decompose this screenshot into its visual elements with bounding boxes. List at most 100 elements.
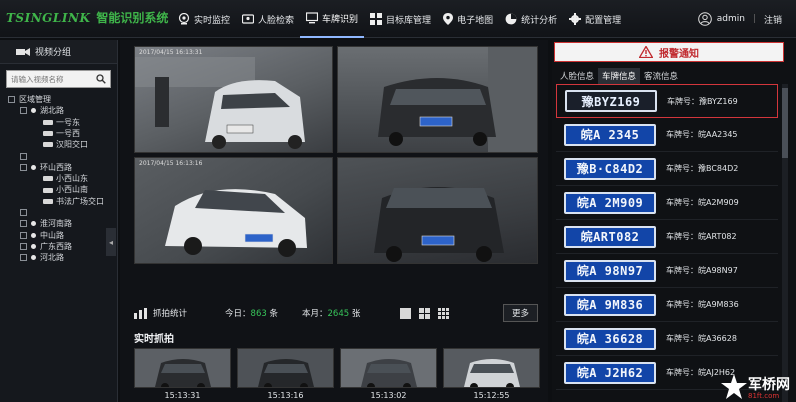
user-avatar-icon[interactable] [697,12,712,26]
quad-view-icon[interactable] [419,307,431,319]
stats-label: 抓拍统计 [153,309,188,319]
capture-time: 15:13:02 [370,391,407,400]
nav-item-2[interactable]: 人脸检索 [236,0,300,38]
video-grid: 2017/04/15 16:13:31 2017/04/15 16:13:16 [134,46,538,298]
tree-item-label: 河北路 [40,253,64,263]
plate-number-label: 车牌号：皖A2M909 [666,198,739,207]
scrollbar-thumb[interactable] [782,88,788,158]
tree-checkbox[interactable] [20,107,27,115]
nine-view-icon[interactable] [438,307,450,319]
video-group-panel: 视频分组 区域管理湖北路一号东一号西汉阳交口环山西路小西山东小西山南书法广场交口… [0,40,118,402]
tree-item-label: 广东西路 [40,241,72,251]
nav-item-1[interactable]: 实时监控 [172,0,236,38]
tree-checkbox[interactable] [20,231,27,239]
plate-alarm-row[interactable]: 皖A 36628 车牌号：皖A36628 [556,322,778,356]
collapse-panel-tab[interactable]: ◂ [106,228,116,256]
tree-item[interactable]: 一号东 [8,117,117,128]
capture-image [237,348,334,388]
logo-text: TSINGLINK [6,10,91,25]
tree-item[interactable]: 区域管理 [8,94,117,105]
app-logo[interactable]: TSINGLINK 智能识别系统 [6,9,168,26]
plate-alarm-row[interactable]: 皖ART082 车牌号：皖ART082 [556,220,778,254]
video-tile-2[interactable] [337,46,538,153]
nav-item-5[interactable]: 电子地图 [437,0,499,38]
capture-time: 15:13:31 [164,391,201,400]
tree-item[interactable]: 河北路 [8,252,117,263]
alarm-panel: 报警通知 人脸信息 车牌信息 客流信息 豫BYZ169 车牌号：豫BYZ169 皖A 2… [552,40,796,402]
tree-item-label: 一号东 [56,117,80,127]
app-title: 智能识别系统 [96,11,169,25]
camera-icon [43,198,53,204]
nav-item-4[interactable]: 目标库管理 [364,0,437,38]
user-name[interactable]: admin [717,14,745,24]
tree-item[interactable] [8,150,117,161]
alarm-header: 报警通知 [554,42,784,62]
tree-item[interactable]: 中山路 [8,230,117,241]
today-value: 863 [250,309,267,319]
tree-item[interactable]: 书法广场交口 [8,196,117,207]
tree-checkbox[interactable] [20,254,27,262]
tree-item[interactable]: 环山西路 [8,162,117,173]
nav-item-label: 电子地图 [457,15,494,26]
warning-icon [639,46,653,58]
logout-link[interactable]: 注销 [764,13,782,26]
plate-alarm-row[interactable]: 豫B·C84D2 车牌号：豫BC84D2 [556,152,778,186]
nav-item-label: 人脸检索 [258,15,295,26]
alarm-tab-3[interactable]: 客流信息 [640,68,682,84]
more-button[interactable]: 更多 [502,304,538,322]
plate-alarm-row[interactable]: 皖A 9M836 车牌号：皖A9M836 [556,288,778,322]
alarm-tab-2[interactable]: 车牌信息 [598,68,641,84]
alarm-list-scrollbar[interactable] [782,84,788,402]
tree-item[interactable]: 广东西路 [8,241,117,252]
camera-icon [43,187,53,193]
tree-item[interactable]: 汉阳交口 [8,139,117,150]
tree-item[interactable]: 一号西 [8,128,117,139]
car-white-suv-image [135,57,305,149]
camera-icon [16,47,30,56]
live-capture-item[interactable]: 15:13:16 [237,348,334,402]
video-tile-4[interactable] [337,157,538,264]
plate-alarm-row[interactable]: 豫BYZ169 车牌号：豫BYZ169 [556,84,778,118]
nav-item-6[interactable]: 统计分析 [499,0,563,38]
tree-checkbox[interactable] [20,152,27,160]
tree-item[interactable]: 淮河南路 [8,218,117,229]
tree-checkbox[interactable] [20,209,27,217]
live-capture-item[interactable]: 15:13:02 [340,348,437,402]
plate-alarm-row[interactable]: 皖A 2M909 车牌号：皖A2M909 [556,186,778,220]
plate-image: 皖A 98N97 [564,259,656,282]
tree-item[interactable] [8,207,117,218]
tree-item[interactable]: 湖北路 [8,105,117,116]
search-icon[interactable] [96,74,106,84]
today-label: 今日： [225,309,251,319]
nav-item-3[interactable]: 车牌识别 [300,0,365,38]
plate-alarm-row[interactable]: 皖A 98N97 车牌号：皖A98N97 [556,254,778,288]
car-black-sedan-image [378,47,537,152]
tree-checkbox[interactable] [8,96,15,104]
tree-checkbox[interactable] [20,163,27,171]
live-capture-item[interactable]: 15:12:55 [443,348,540,402]
tree-item[interactable]: 小西山南 [8,184,117,195]
capture-time: 15:12:55 [473,391,510,400]
live-capture-item[interactable]: 15:13:31 [134,348,231,402]
plate-image: 豫BYZ169 [565,90,657,112]
plate-image: 皖A J2H62 [564,361,656,384]
plate-alarm-row[interactable]: 皖A 2345 车牌号：皖AA2345 [556,118,778,152]
tree-checkbox[interactable] [20,220,27,228]
nav-item-7[interactable]: 配置管理 [563,0,627,38]
video-tile-3[interactable]: 2017/04/15 16:13:16 [134,157,333,264]
video-search-input[interactable] [11,74,96,84]
plate-image: 皖A 2345 [564,123,656,146]
folder-dot-icon [31,244,36,249]
tree-item[interactable]: 小西山东 [8,173,117,184]
gear-icon [569,13,585,25]
car-white-sedan-image [165,189,307,257]
nav-item-label: 配置管理 [585,15,622,26]
video-group-title: 视频分组 [35,48,72,58]
single-view-icon[interactable] [400,307,412,319]
video-tile-1[interactable]: 2017/04/15 16:13:31 [134,46,333,153]
alarm-tab-1[interactable]: 人脸信息 [556,68,598,84]
capture-image [443,348,540,388]
plate-image: 皖A 2M909 [564,191,656,214]
id-card-icon [242,13,258,25]
tree-checkbox[interactable] [20,243,27,250]
